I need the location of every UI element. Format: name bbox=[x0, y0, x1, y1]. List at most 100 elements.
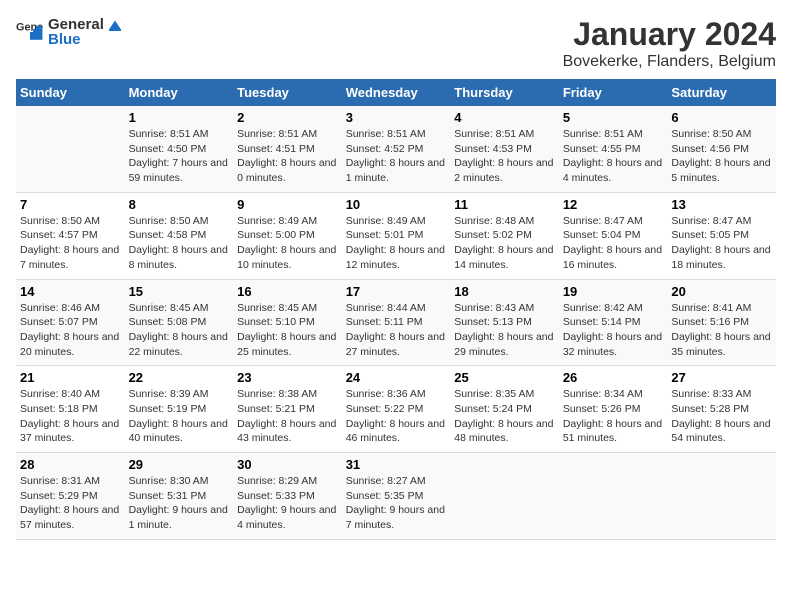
day-info: Sunrise: 8:51 AMSunset: 4:51 PMDaylight:… bbox=[237, 127, 338, 186]
day-number: 20 bbox=[671, 284, 772, 299]
col-header-monday: Monday bbox=[125, 79, 234, 106]
day-info: Sunrise: 8:27 AMSunset: 5:35 PMDaylight:… bbox=[346, 474, 447, 533]
day-cell: 15 Sunrise: 8:45 AMSunset: 5:08 PMDayligh… bbox=[125, 279, 234, 366]
day-number: 23 bbox=[237, 370, 338, 385]
calendar-table: SundayMondayTuesdayWednesdayThursdayFrid… bbox=[16, 79, 776, 540]
day-info: Sunrise: 8:39 AMSunset: 5:19 PMDaylight:… bbox=[129, 387, 230, 446]
day-cell: 9Sunrise: 8:49 AMSunset: 5:00 PMDaylight… bbox=[233, 192, 342, 279]
day-info: Sunrise: 8:31 AMSunset: 5:29 PMDaylight:… bbox=[20, 474, 121, 533]
day-cell: 5 Sunrise: 8:51 AMSunset: 4:55 PMDaylight… bbox=[559, 106, 668, 192]
day-cell: 17 Sunrise: 8:44 AMSunset: 5:11 PMDayligh… bbox=[342, 279, 451, 366]
day-cell: 30 Sunrise: 8:29 AMSunset: 5:33 PMDayligh… bbox=[233, 453, 342, 540]
day-number: 31 bbox=[346, 457, 447, 472]
day-info: Sunrise: 8:35 AMSunset: 5:24 PMDaylight:… bbox=[454, 387, 555, 446]
day-number: 5 bbox=[563, 110, 664, 125]
day-number: 24 bbox=[346, 370, 447, 385]
day-number: 4 bbox=[454, 110, 555, 125]
day-info: Sunrise: 8:43 AMSunset: 5:13 PMDaylight:… bbox=[454, 301, 555, 360]
day-cell: 12 Sunrise: 8:47 AMSunset: 5:04 PMDayligh… bbox=[559, 192, 668, 279]
day-info: Sunrise: 8:38 AMSunset: 5:21 PMDaylight:… bbox=[237, 387, 338, 446]
day-number: 21 bbox=[20, 370, 121, 385]
day-info: Sunrise: 8:51 AMSunset: 4:52 PMDaylight:… bbox=[346, 127, 447, 186]
subtitle: Bovekerke, Flanders, Belgium bbox=[563, 53, 776, 71]
title-area: January 2024 Bovekerke, Flanders, Belgiu… bbox=[563, 16, 776, 71]
day-cell: 6 Sunrise: 8:50 AMSunset: 4:56 PMDaylight… bbox=[667, 106, 776, 192]
day-info: Sunrise: 8:40 AMSunset: 5:18 PMDaylight:… bbox=[20, 387, 121, 446]
day-cell: 19Sunrise: 8:42 AMSunset: 5:14 PMDayligh… bbox=[559, 279, 668, 366]
week-row-2: 7 Sunrise: 8:50 AMSunset: 4:57 PMDaylight… bbox=[16, 192, 776, 279]
day-info: Sunrise: 8:50 AMSunset: 4:57 PMDaylight:… bbox=[20, 214, 121, 273]
day-number: 2 bbox=[237, 110, 338, 125]
day-cell: 21 Sunrise: 8:40 AMSunset: 5:18 PMDayligh… bbox=[16, 366, 125, 453]
day-info: Sunrise: 8:29 AMSunset: 5:33 PMDaylight:… bbox=[237, 474, 338, 533]
day-number: 13 bbox=[671, 197, 772, 212]
day-info: Sunrise: 8:45 AMSunset: 5:10 PMDaylight:… bbox=[237, 301, 338, 360]
day-cell bbox=[16, 106, 125, 192]
day-info: Sunrise: 8:47 AMSunset: 5:05 PMDaylight:… bbox=[671, 214, 772, 273]
day-number: 14 bbox=[20, 284, 121, 299]
col-header-tuesday: Tuesday bbox=[233, 79, 342, 106]
logo-icon: General bbox=[16, 18, 44, 46]
logo-blue: Blue bbox=[48, 32, 124, 49]
day-cell: 13 Sunrise: 8:47 AMSunset: 5:05 PMDayligh… bbox=[667, 192, 776, 279]
day-number: 18 bbox=[454, 284, 555, 299]
day-info: Sunrise: 8:44 AMSunset: 5:11 PMDaylight:… bbox=[346, 301, 447, 360]
col-header-thursday: Thursday bbox=[450, 79, 559, 106]
day-cell: 2 Sunrise: 8:51 AMSunset: 4:51 PMDaylight… bbox=[233, 106, 342, 192]
day-info: Sunrise: 8:42 AMSunset: 5:14 PMDaylight:… bbox=[563, 301, 664, 360]
day-cell: 1 Sunrise: 8:51 AMSunset: 4:50 PMDaylight… bbox=[125, 106, 234, 192]
main-title: January 2024 bbox=[563, 16, 776, 53]
day-cell: 7 Sunrise: 8:50 AMSunset: 4:57 PMDaylight… bbox=[16, 192, 125, 279]
day-info: Sunrise: 8:33 AMSunset: 5:28 PMDaylight:… bbox=[671, 387, 772, 446]
day-number: 27 bbox=[671, 370, 772, 385]
day-cell bbox=[450, 453, 559, 540]
day-number: 1 bbox=[129, 110, 230, 125]
day-number: 12 bbox=[563, 197, 664, 212]
day-number: 30 bbox=[237, 457, 338, 472]
day-number: 9 bbox=[237, 197, 338, 212]
day-cell: 3 Sunrise: 8:51 AMSunset: 4:52 PMDaylight… bbox=[342, 106, 451, 192]
day-cell: 14 Sunrise: 8:46 AMSunset: 5:07 PMDayligh… bbox=[16, 279, 125, 366]
day-info: Sunrise: 8:50 AMSunset: 4:56 PMDaylight:… bbox=[671, 127, 772, 186]
day-cell: 10 Sunrise: 8:49 AMSunset: 5:01 PMDayligh… bbox=[342, 192, 451, 279]
day-cell: 23 Sunrise: 8:38 AMSunset: 5:21 PMDayligh… bbox=[233, 366, 342, 453]
day-info: Sunrise: 8:45 AMSunset: 5:08 PMDaylight:… bbox=[129, 301, 230, 360]
day-number: 16 bbox=[237, 284, 338, 299]
logo: General General Blue bbox=[16, 16, 124, 49]
day-cell: 16 Sunrise: 8:45 AMSunset: 5:10 PMDayligh… bbox=[233, 279, 342, 366]
day-cell bbox=[559, 453, 668, 540]
day-number: 26 bbox=[563, 370, 664, 385]
day-cell: 31 Sunrise: 8:27 AMSunset: 5:35 PMDayligh… bbox=[342, 453, 451, 540]
day-info: Sunrise: 8:51 AMSunset: 4:50 PMDaylight:… bbox=[129, 127, 230, 186]
day-number: 17 bbox=[346, 284, 447, 299]
day-number: 29 bbox=[129, 457, 230, 472]
day-info: Sunrise: 8:51 AMSunset: 4:55 PMDaylight:… bbox=[563, 127, 664, 186]
day-number: 25 bbox=[454, 370, 555, 385]
day-cell: 22Sunrise: 8:39 AMSunset: 5:19 PMDayligh… bbox=[125, 366, 234, 453]
col-header-friday: Friday bbox=[559, 79, 668, 106]
day-info: Sunrise: 8:46 AMSunset: 5:07 PMDaylight:… bbox=[20, 301, 121, 360]
header: General General Blue January 2024 Boveke… bbox=[16, 16, 776, 71]
day-info: Sunrise: 8:34 AMSunset: 5:26 PMDaylight:… bbox=[563, 387, 664, 446]
week-row-1: 1 Sunrise: 8:51 AMSunset: 4:50 PMDaylight… bbox=[16, 106, 776, 192]
week-row-4: 21 Sunrise: 8:40 AMSunset: 5:18 PMDayligh… bbox=[16, 366, 776, 453]
day-cell: 11Sunrise: 8:48 AMSunset: 5:02 PMDayligh… bbox=[450, 192, 559, 279]
day-info: Sunrise: 8:47 AMSunset: 5:04 PMDaylight:… bbox=[563, 214, 664, 273]
day-cell: 26 Sunrise: 8:34 AMSunset: 5:26 PMDayligh… bbox=[559, 366, 668, 453]
day-cell: 4 Sunrise: 8:51 AMSunset: 4:53 PMDaylight… bbox=[450, 106, 559, 192]
day-number: 8 bbox=[129, 197, 230, 212]
day-cell: 25 Sunrise: 8:35 AMSunset: 5:24 PMDayligh… bbox=[450, 366, 559, 453]
day-info: Sunrise: 8:49 AMSunset: 5:01 PMDaylight:… bbox=[346, 214, 447, 273]
day-number: 6 bbox=[671, 110, 772, 125]
day-cell: 18 Sunrise: 8:43 AMSunset: 5:13 PMDayligh… bbox=[450, 279, 559, 366]
day-number: 10 bbox=[346, 197, 447, 212]
header-row: SundayMondayTuesdayWednesdayThursdayFrid… bbox=[16, 79, 776, 106]
day-info: Sunrise: 8:50 AMSunset: 4:58 PMDaylight:… bbox=[129, 214, 230, 273]
day-number: 3 bbox=[346, 110, 447, 125]
day-info: Sunrise: 8:51 AMSunset: 4:53 PMDaylight:… bbox=[454, 127, 555, 186]
day-number: 7 bbox=[20, 197, 121, 212]
day-number: 15 bbox=[129, 284, 230, 299]
day-info: Sunrise: 8:36 AMSunset: 5:22 PMDaylight:… bbox=[346, 387, 447, 446]
day-cell: 24 Sunrise: 8:36 AMSunset: 5:22 PMDayligh… bbox=[342, 366, 451, 453]
day-cell: 8 Sunrise: 8:50 AMSunset: 4:58 PMDaylight… bbox=[125, 192, 234, 279]
